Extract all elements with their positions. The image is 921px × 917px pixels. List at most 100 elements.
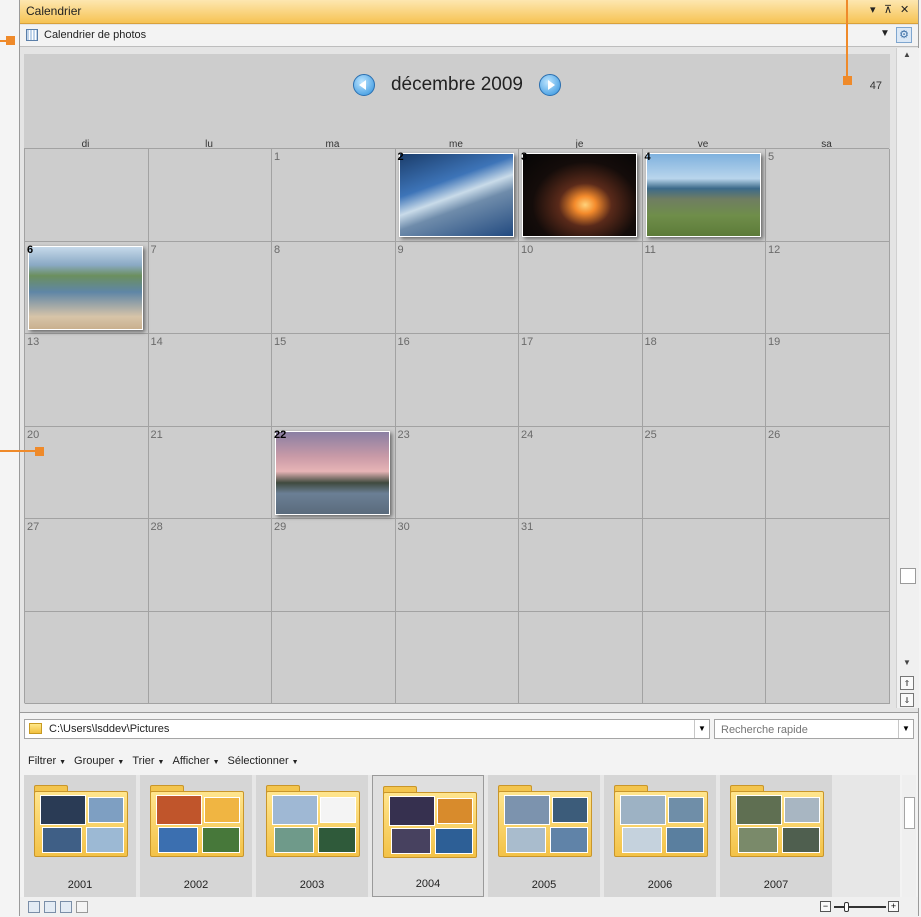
folder-item[interactable]: 2007 — [720, 775, 832, 897]
menu-item[interactable]: Grouper ▼ — [74, 755, 124, 767]
day-number: 31 — [521, 521, 534, 533]
calendar-day-cell[interactable]: 11 — [642, 241, 766, 334]
calendar-day-cell[interactable] — [766, 611, 890, 704]
calendar-day-cell[interactable]: 13 — [25, 334, 149, 427]
calendar-day-cell[interactable]: 6 — [25, 241, 149, 334]
settings-icon[interactable]: ⚙ — [896, 27, 912, 43]
calendar-day-cell[interactable]: 28 — [148, 519, 272, 612]
prev-month-button[interactable] — [352, 74, 375, 96]
menu-item[interactable]: Filtrer ▼ — [28, 755, 66, 767]
calendar-day-cell[interactable]: 30 — [395, 519, 519, 612]
calendar-day-cell[interactable]: 22 — [272, 426, 396, 519]
print-icon[interactable] — [76, 901, 88, 913]
zoom-in-icon[interactable]: + — [888, 901, 899, 912]
calendar-scrollbar[interactable]: ▲ ▼ ⇑ ⇓ — [896, 48, 919, 708]
chevron-down-icon[interactable]: ▼ — [694, 720, 709, 738]
photo-thumbnail[interactable] — [398, 153, 514, 237]
panel-menu-icon[interactable]: ▾ — [870, 3, 876, 16]
calendar-day-cell[interactable]: 20 — [25, 426, 149, 519]
folder-item[interactable]: 2002 — [140, 775, 252, 897]
calendar-day-cell[interactable]: 21 — [148, 426, 272, 519]
close-icon[interactable]: ✕ — [900, 3, 909, 16]
page-up-button[interactable]: ⇑ — [900, 676, 914, 690]
calendar-day-cell[interactable]: 17 — [519, 334, 643, 427]
calendar-day-cell[interactable]: 29 — [272, 519, 396, 612]
folder-item[interactable]: 2004 — [372, 775, 484, 897]
photo-thumbnail[interactable] — [275, 430, 390, 515]
calendar-grid: 1 2 3 4 5 6 7 8 9 10 11 12 13 14 15 16 17 18 19 20 21 22 23 24 2… — [24, 148, 890, 704]
calendar-day-cell[interactable]: 9 — [395, 241, 519, 334]
folder-item[interactable]: 2003 — [256, 775, 368, 897]
calendar-day-cell[interactable]: 14 — [148, 334, 272, 427]
menu-item[interactable]: Trier ▼ — [132, 755, 164, 767]
folder-thumbnails — [389, 796, 473, 854]
menu-item[interactable]: Sélectionner ▼ — [228, 755, 299, 767]
calendar-day-cell[interactable] — [148, 149, 272, 242]
calendar-day-cell[interactable]: 5 — [766, 149, 890, 242]
calendar-day-cell[interactable]: 3 — [519, 149, 643, 242]
next-month-button[interactable] — [539, 74, 562, 96]
callout-line — [846, 0, 848, 78]
pin-icon[interactable]: ⊼ — [884, 3, 892, 16]
chevron-down-icon: ▼ — [117, 759, 125, 766]
photo-thumbnail[interactable] — [645, 153, 761, 237]
photo-thumbnail[interactable] — [28, 245, 143, 330]
calendar-day-cell[interactable]: 1 — [272, 149, 396, 242]
calendar-day-cell[interactable] — [25, 149, 149, 242]
folder-item[interactable]: 2006 — [604, 775, 716, 897]
calendar-day-cell[interactable]: 8 — [272, 241, 396, 334]
path-bar[interactable]: C:\Users\lsddev\Pictures ▼ — [24, 719, 710, 739]
calendar-day-cell[interactable]: 31 — [519, 519, 643, 612]
scrollbar-thumb[interactable] — [904, 797, 915, 829]
scrollbar-thumb[interactable] — [900, 568, 916, 584]
folder-item[interactable]: 2001 — [24, 775, 136, 897]
calendar-day-cell[interactable]: 2 — [395, 149, 519, 242]
calendar-day-cell[interactable]: 7 — [148, 241, 272, 334]
folder-item[interactable]: 2005 — [488, 775, 600, 897]
calendar-day-cell[interactable] — [642, 611, 766, 704]
quick-search[interactable]: ▼ — [714, 719, 914, 739]
scroll-up-icon[interactable]: ▲ — [903, 50, 911, 59]
calendar-day-cell[interactable]: 4 — [642, 149, 766, 242]
rotate-left-icon[interactable] — [44, 901, 56, 913]
calendar-day-cell[interactable] — [272, 611, 396, 704]
folder-thumbnail — [318, 827, 356, 853]
callout-line — [0, 450, 37, 452]
calendar-day-cell[interactable]: 10 — [519, 241, 643, 334]
calendar-day-cell[interactable]: 24 — [519, 426, 643, 519]
calendar-day-cell[interactable]: 19 — [766, 334, 890, 427]
rotate-right-icon[interactable] — [60, 901, 72, 913]
chevron-down-icon[interactable]: ▼ — [880, 28, 890, 39]
calendar-day-cell[interactable] — [766, 519, 890, 612]
calendar-day-cell[interactable] — [519, 611, 643, 704]
folder-thumbnail — [320, 797, 356, 823]
slideshow-icon[interactable] — [28, 901, 40, 913]
calendar-day-cell[interactable]: 25 — [642, 426, 766, 519]
menu-item[interactable]: Afficher ▼ — [172, 755, 219, 767]
calendar-day-cell[interactable]: 12 — [766, 241, 890, 334]
zoom-out-icon[interactable]: − — [820, 901, 831, 912]
calendar-day-cell[interactable] — [148, 611, 272, 704]
chevron-down-icon[interactable]: ▼ — [898, 720, 913, 738]
scroll-down-icon[interactable]: ▼ — [903, 658, 911, 667]
folder-scrollbar[interactable] — [902, 775, 916, 897]
folder-thumbnails — [156, 795, 240, 853]
view-selector[interactable]: Calendrier de photos ▼ ⚙ — [20, 25, 918, 47]
calendar-day-cell[interactable]: 16 — [395, 334, 519, 427]
calendar-day-cell[interactable] — [642, 519, 766, 612]
zoom-knob[interactable] — [844, 902, 849, 912]
calendar-day-cell[interactable] — [395, 611, 519, 704]
folder-thumbnail — [437, 798, 473, 824]
search-input[interactable] — [719, 721, 893, 739]
photo-thumbnail[interactable] — [522, 153, 637, 237]
calendar-day-cell[interactable]: 15 — [272, 334, 396, 427]
calendar-day-cell[interactable]: 18 — [642, 334, 766, 427]
folder-strip: 2001 2002 2003 2004 2005 2006 2007 — [24, 775, 900, 897]
calendar-day-cell[interactable]: 23 — [395, 426, 519, 519]
page-down-button[interactable]: ⇓ — [900, 693, 914, 707]
zoom-slider[interactable]: − + — [820, 901, 900, 913]
folder-thumbnail — [42, 827, 82, 853]
calendar-day-cell[interactable] — [25, 611, 149, 704]
calendar-day-cell[interactable]: 26 — [766, 426, 890, 519]
calendar-day-cell[interactable]: 27 — [25, 519, 149, 612]
